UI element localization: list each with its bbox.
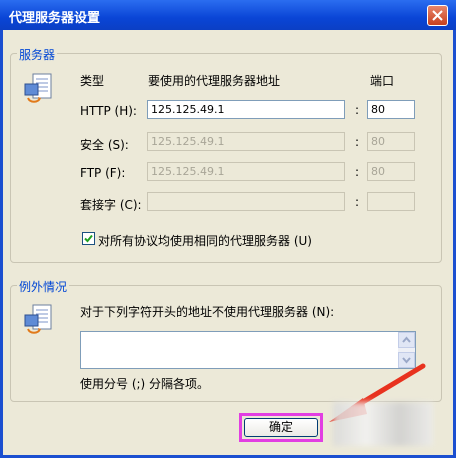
chevron-up-icon (402, 336, 411, 343)
exceptions-description: 对于下列字符开头的地址不使用代理服务器 (N): (80, 305, 335, 319)
title-bar[interactable]: 代理服务器设置 (0, 0, 456, 30)
http-address-input[interactable]: 125.125.49.1 (147, 100, 345, 119)
secure-label: 安全 (S): (80, 138, 129, 152)
ftp-label: FTP (F): (80, 166, 126, 180)
socks-label: 套接字 (C): (80, 198, 142, 212)
http-port-input[interactable]: 80 (367, 100, 415, 119)
close-button[interactable] (427, 5, 448, 26)
secure-colon: : (355, 135, 360, 149)
ftp-port-input[interactable]: 80 (367, 162, 415, 181)
network-computer-icon (24, 304, 52, 334)
http-label: HTTP (H): (80, 104, 137, 118)
checkmark-icon (84, 234, 93, 243)
exceptions-legend: 例外情况 (17, 278, 70, 295)
proxy-settings-dialog: 代理服务器设置 服务器 类型 要使用的代理服务器地址 端口 HTTP (H): … (0, 0, 456, 458)
close-icon (432, 10, 443, 21)
type-column-header: 类型 (80, 74, 105, 88)
network-computer-icon (24, 73, 52, 103)
window-title: 代理服务器设置 (9, 11, 101, 26)
blurred-watermark (333, 402, 433, 446)
port-column-header: 端口 (370, 74, 395, 88)
socks-port-input[interactable] (367, 192, 415, 211)
secure-port-input[interactable]: 80 (367, 132, 415, 151)
http-colon: : (355, 103, 360, 117)
scroll-up-button[interactable] (398, 332, 415, 348)
exceptions-hint: 使用分号 (;) 分隔各项。 (80, 377, 210, 391)
socks-colon: : (355, 195, 360, 209)
ftp-address-input[interactable]: 125.125.49.1 (147, 162, 345, 181)
secure-address-input[interactable]: 125.125.49.1 (147, 132, 345, 151)
socks-address-input[interactable] (147, 192, 345, 211)
servers-legend: 服务器 (17, 46, 58, 63)
same-proxy-label[interactable]: 对所有协议均使用相同的代理服务器 (U) (98, 232, 312, 249)
same-proxy-checkbox[interactable] (82, 232, 95, 245)
ok-button[interactable]: 确定 (244, 418, 318, 437)
ftp-colon: : (355, 165, 360, 179)
address-column-header: 要使用的代理服务器地址 (148, 74, 281, 88)
